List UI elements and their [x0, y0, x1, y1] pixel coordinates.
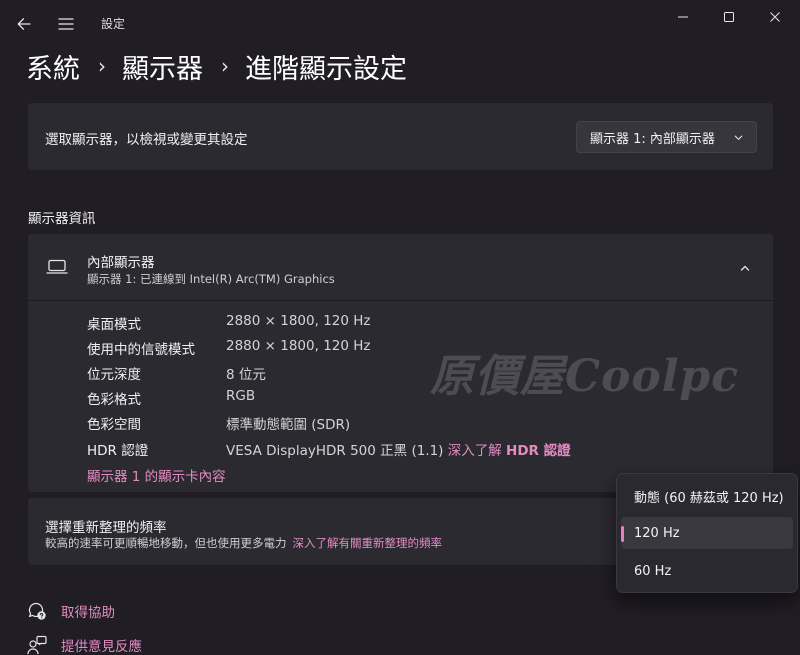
- give-feedback-label: 提供意見反應: [61, 639, 142, 655]
- collapse-button[interactable]: [734, 257, 756, 279]
- display-info-title: 內部顯示器: [87, 255, 155, 271]
- section-title-display-info: 顯示器資訊: [28, 211, 96, 227]
- back-arrow-icon: [17, 18, 31, 30]
- prop-value: 2880 × 1800, 120 Hz: [226, 338, 371, 354]
- title-bar: 設定: [0, 0, 800, 44]
- hdr-learn-more-text: 深入了解: [447, 443, 502, 459]
- laptop-icon: [46, 259, 68, 274]
- back-button[interactable]: [10, 10, 38, 38]
- select-display-label: 選取顯示器，以檢視或變更其設定: [45, 132, 248, 148]
- display-dropdown-value: 顯示器 1: 內部顯示器: [590, 131, 715, 147]
- display-dropdown[interactable]: 顯示器 1: 內部顯示器: [576, 121, 757, 153]
- prop-label: 位元深度: [87, 367, 141, 383]
- refresh-rate-description-text: 較高的速率可更順暢地移動，但也使用更多電力: [45, 536, 287, 550]
- maximize-icon: [724, 12, 734, 22]
- display-info-header[interactable]: 內部顯示器 顯示器 1: 已連線到 Intel(R) Arc(TM) Graph…: [28, 234, 773, 301]
- refresh-rate-title: 選擇重新整理的頻率: [45, 520, 167, 536]
- refresh-rate-description: 較高的速率可更順暢地移動，但也使用更多電力 深入了解有關重新整理的頻率: [45, 535, 442, 551]
- option-label: 動態 (60 赫茲或 120 Hz): [634, 490, 784, 506]
- chevron-up-icon: [740, 265, 750, 271]
- prop-value: 8 位元: [226, 367, 266, 383]
- refresh-rate-learn-more-link[interactable]: 深入了解有關重新整理的頻率: [293, 536, 443, 550]
- hdr-certification-value: VESA DisplayHDR 500 正黑 (1.1): [226, 443, 444, 459]
- prop-label: HDR 認證: [87, 443, 149, 459]
- maximize-button[interactable]: [714, 4, 744, 30]
- app-title: 設定: [101, 17, 126, 31]
- display-info-subtitle: 顯示器 1: 已連線到 Intel(R) Arc(TM) Graphics: [87, 272, 335, 286]
- breadcrumb-item-display[interactable]: 顯示器: [122, 47, 203, 86]
- selection-indicator: [621, 526, 624, 542]
- close-button[interactable]: [760, 4, 790, 30]
- prop-value: 標準動態範圍 (SDR): [226, 417, 351, 433]
- chevron-down-icon: [734, 135, 743, 140]
- refresh-option-dynamic[interactable]: 動態 (60 赫茲或 120 Hz): [621, 480, 793, 512]
- display-adapter-properties-link[interactable]: 顯示器 1 的顯示卡內容: [87, 465, 226, 485]
- refresh-option-60hz[interactable]: 60 Hz: [621, 555, 793, 587]
- minimize-button[interactable]: [668, 4, 698, 30]
- navigation-menu-button[interactable]: [52, 10, 80, 38]
- get-help-link[interactable]: 取得協助: [26, 600, 115, 622]
- refresh-rate-dropdown-flyout: 動態 (60 赫茲或 120 Hz) 120 Hz 60 Hz: [616, 473, 798, 593]
- breadcrumb-separator: ›: [221, 54, 229, 78]
- minimize-icon: [678, 16, 688, 18]
- select-display-card: 選取顯示器，以檢視或變更其設定 顯示器 1: 內部顯示器: [28, 103, 773, 170]
- hdr-learn-more-bold: HDR 認證: [506, 443, 571, 459]
- prop-value: RGB: [226, 388, 256, 404]
- give-feedback-link[interactable]: 提供意見反應: [26, 634, 142, 655]
- prop-value: VESA DisplayHDR 500 正黑 (1.1) 深入了解 HDR 認證: [226, 439, 571, 459]
- hdr-learn-more-link[interactable]: 深入了解 HDR 認證: [448, 443, 571, 459]
- get-help-label: 取得協助: [61, 605, 115, 621]
- prop-label: 使用中的信號模式: [87, 342, 195, 358]
- option-label: 60 Hz: [634, 563, 672, 579]
- breadcrumb-item-advanced-display: 進階顯示設定: [245, 53, 407, 85]
- prop-value: 2880 × 1800, 120 Hz: [226, 313, 371, 329]
- refresh-option-120hz[interactable]: 120 Hz: [621, 517, 793, 549]
- watermark-logo: 原價屋Coolpc: [430, 351, 739, 402]
- option-label: 120 Hz: [634, 525, 680, 541]
- close-icon: [770, 12, 780, 22]
- breadcrumb-separator: ›: [98, 54, 106, 78]
- breadcrumb: 系統 › 顯示器 › 進階顯示設定: [26, 46, 407, 86]
- help-icon: [26, 600, 48, 622]
- feedback-icon: [26, 634, 48, 655]
- breadcrumb-item-system[interactable]: 系統: [26, 47, 80, 86]
- prop-label: 桌面模式: [87, 317, 141, 333]
- prop-label: 色彩空間: [87, 417, 141, 433]
- prop-label: 色彩格式: [87, 392, 141, 408]
- hamburger-menu-icon: [58, 18, 74, 30]
